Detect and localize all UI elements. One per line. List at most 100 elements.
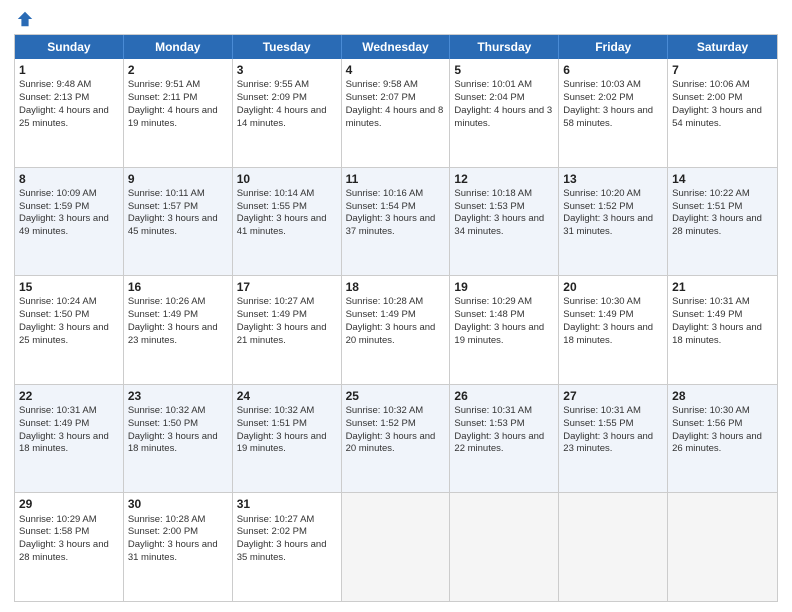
sunrise-4: Sunrise: 9:58 AM (346, 79, 418, 90)
daylight-25: Daylight: 3 hours and 20 minutes. (346, 431, 436, 455)
sunset-28: Sunset: 1:56 PM (672, 418, 742, 429)
logo (14, 10, 34, 28)
daylight-31: Daylight: 3 hours and 35 minutes. (237, 539, 327, 563)
sunrise-22: Sunrise: 10:31 AM (19, 405, 97, 416)
header-cell-friday: Friday (559, 35, 668, 59)
sunset-27: Sunset: 1:55 PM (563, 418, 633, 429)
day-number-25: 25 (346, 388, 446, 404)
calendar-row-2: 8Sunrise: 10:09 AMSunset: 1:59 PMDayligh… (15, 167, 777, 276)
sunset-5: Sunset: 2:04 PM (454, 92, 524, 103)
day-number-4: 4 (346, 62, 446, 78)
header-cell-wednesday: Wednesday (342, 35, 451, 59)
daylight-18: Daylight: 3 hours and 20 minutes. (346, 322, 436, 346)
daylight-6: Daylight: 3 hours and 58 minutes. (563, 105, 653, 129)
day-cell-19: 19Sunrise: 10:29 AMSunset: 1:48 PMDaylig… (450, 276, 559, 384)
day-cell-5: 5Sunrise: 10:01 AM Sunset: 2:04 PM Dayligh… (450, 59, 559, 167)
sunset-14: Sunset: 1:51 PM (672, 201, 742, 212)
daylight-10: Daylight: 3 hours and 41 minutes. (237, 213, 327, 237)
sunrise-3: Sunrise: 9:55 AM (237, 79, 309, 90)
header-cell-sunday: Sunday (15, 35, 124, 59)
sunrise-30: Sunrise: 10:28 AM (128, 514, 206, 525)
sunset-8: Sunset: 1:59 PM (19, 201, 89, 212)
sunrise-18: Sunrise: 10:28 AM (346, 296, 424, 307)
header-cell-tuesday: Tuesday (233, 35, 342, 59)
sunset-20: Sunset: 1:49 PM (563, 309, 633, 320)
daylight-8: Daylight: 3 hours and 49 minutes. (19, 213, 109, 237)
day-cell-23: 23Sunrise: 10:32 AMSunset: 1:50 PMDaylig… (124, 385, 233, 493)
sunset-31: Sunset: 2:02 PM (237, 526, 307, 537)
sunrise-24: Sunrise: 10:32 AM (237, 405, 315, 416)
day-cell-25: 25Sunrise: 10:32 AMSunset: 1:52 PMDaylig… (342, 385, 451, 493)
day-cell-2: 2Sunrise: 9:51 AMSunset: 2:11 PMDaylight… (124, 59, 233, 167)
day-number-18: 18 (346, 279, 446, 295)
sunrise-13: Sunrise: 10:20 AM (563, 188, 641, 199)
sunrise-17: Sunrise: 10:27 AM (237, 296, 315, 307)
day-cell-16: 16Sunrise: 10:26 AMSunset: 1:49 PMDaylig… (124, 276, 233, 384)
day-cell-9: 9Sunrise: 10:11 AMSunset: 1:57 PMDayligh… (124, 168, 233, 276)
sunrise-7: Sunrise: 10:06 AM (672, 79, 750, 90)
calendar-row-3: 15Sunrise: 10:24 AMSunset: 1:50 PMDaylig… (15, 275, 777, 384)
sunset-29: Sunset: 1:58 PM (19, 526, 89, 537)
sunset-7: Sunset: 2:00 PM (672, 92, 742, 103)
day-number-11: 11 (346, 171, 446, 187)
sunrise-21: Sunrise: 10:31 AM (672, 296, 750, 307)
day-number-27: 27 (563, 388, 663, 404)
sunrise-14: Sunrise: 10:22 AM (672, 188, 750, 199)
day-number-5: 5 (454, 62, 554, 78)
day-cell-11: 11Sunrise: 10:16 AMSunset: 1:54 PMDaylig… (342, 168, 451, 276)
sunrise-29: Sunrise: 10:29 AM (19, 514, 97, 525)
empty-cell (342, 493, 451, 601)
day-number-13: 13 (563, 171, 663, 187)
sunset-17: Sunset: 1:49 PM (237, 309, 307, 320)
header-cell-thursday: Thursday (450, 35, 559, 59)
day-cell-30: 30Sunrise: 10:28 AMSunset: 2:00 PMDaylig… (124, 493, 233, 601)
sunset-4: Sunset: 2:07 PM (346, 92, 416, 103)
sunrise-8: Sunrise: 10:09 AM (19, 188, 97, 199)
daylight-12: Daylight: 3 hours and 34 minutes. (454, 213, 544, 237)
sunset-2: Sunset: 2:11 PM (128, 92, 198, 103)
daylight-9: Daylight: 3 hours and 45 minutes. (128, 213, 218, 237)
sunrise-11: Sunrise: 10:16 AM (346, 188, 424, 199)
sunrise-31: Sunrise: 10:27 AM (237, 514, 315, 525)
daylight-17: Daylight: 3 hours and 21 minutes. (237, 322, 327, 346)
day-cell-3: 3Sunrise: 9:55 AMSunset: 2:09 PMDaylight… (233, 59, 342, 167)
day-cell-1: 1Sunrise: 9:48 AMSunset: 2:13 PMDaylight… (15, 59, 124, 167)
sunrise-27: Sunrise: 10:31 AM (563, 405, 641, 416)
day-cell-26: 26Sunrise: 10:31 AMSunset: 1:53 PMDaylig… (450, 385, 559, 493)
day-number-14: 14 (672, 171, 773, 187)
day-cell-8: 8Sunrise: 10:09 AM Sunset: 1:59 PMDayligh… (15, 168, 124, 276)
day-cell-10: 10Sunrise: 10:14 AMSunset: 1:55 PMDaylig… (233, 168, 342, 276)
sunset-26: Sunset: 1:53 PM (454, 418, 524, 429)
sunrise-23: Sunrise: 10:32 AM (128, 405, 206, 416)
sunrise-5: Sunrise: 10:01 AM (454, 79, 532, 90)
calendar-header-row: SundayMondayTuesdayWednesdayThursdayFrid… (15, 35, 777, 59)
sunset-3: Sunset: 2:09 PM (237, 92, 307, 103)
daylight-15: Daylight: 3 hours and 25 minutes. (19, 322, 109, 346)
empty-cell (668, 493, 777, 601)
calendar-row-1: 1Sunrise: 9:48 AMSunset: 2:13 PMDaylight… (15, 59, 777, 167)
day-cell-28: 28Sunrise: 10:30 AMSunset: 1:56 PMDaylig… (668, 385, 777, 493)
day-number-12: 12 (454, 171, 554, 187)
daylight-5: Daylight: 4 hours and 3 minutes. (454, 105, 552, 129)
sunset-1: Sunset: 2:13 PM (19, 92, 89, 103)
sunset-16: Sunset: 1:49 PM (128, 309, 198, 320)
daylight-21: Daylight: 3 hours and 18 minutes. (672, 322, 762, 346)
calendar: SundayMondayTuesdayWednesdayThursdayFrid… (14, 34, 778, 602)
daylight-4: Daylight: 4 hours and 8 minutes. (346, 105, 444, 129)
logo-icon (16, 10, 34, 28)
day-number-15: 15 (19, 279, 119, 295)
day-cell-17: 17Sunrise: 10:27 AMSunset: 1:49 PMDaylig… (233, 276, 342, 384)
daylight-20: Daylight: 3 hours and 18 minutes. (563, 322, 653, 346)
daylight-3: Daylight: 4 hours and 14 minutes. (237, 105, 327, 129)
day-cell-29: 29Sunrise: 10:29 AMSunset: 1:58 PMDaylig… (15, 493, 124, 601)
daylight-7: Daylight: 3 hours and 54 minutes. (672, 105, 762, 129)
day-cell-31: 31Sunrise: 10:27 AMSunset: 2:02 PMDaylig… (233, 493, 342, 601)
empty-cell (450, 493, 559, 601)
day-number-8: 8 (19, 171, 119, 187)
sunrise-19: Sunrise: 10:29 AM (454, 296, 532, 307)
day-number-28: 28 (672, 388, 773, 404)
day-cell-22: 22Sunrise: 10:31 AMSunset: 1:49 PMDaylig… (15, 385, 124, 493)
daylight-13: Daylight: 3 hours and 31 minutes. (563, 213, 653, 237)
sunrise-9: Sunrise: 10:11 AM (128, 188, 205, 199)
daylight-24: Daylight: 3 hours and 19 minutes. (237, 431, 327, 455)
